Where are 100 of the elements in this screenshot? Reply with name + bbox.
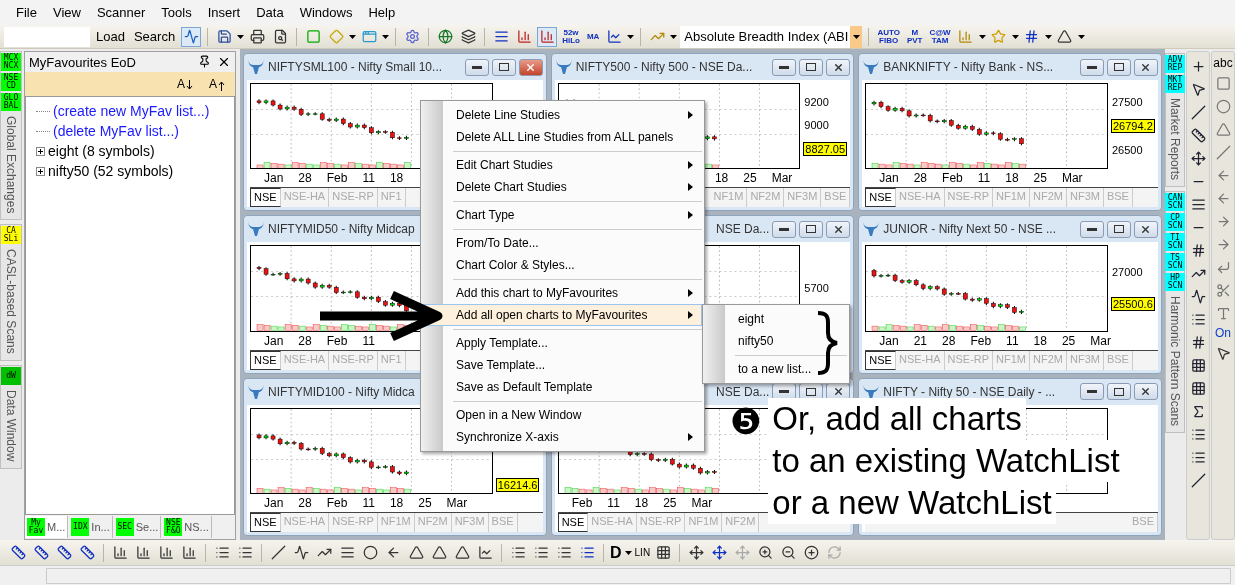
menu-item[interactable]: Windows bbox=[291, 5, 361, 20]
badge: SEC bbox=[115, 518, 134, 536]
date-tick: Mar bbox=[691, 496, 713, 510]
date-tick: Feb bbox=[571, 496, 593, 510]
badge: HP SCN bbox=[1165, 273, 1185, 292]
date-tick: 18 bbox=[714, 171, 729, 186]
date-tick: Feb bbox=[326, 496, 348, 510]
sort-ascending-button[interactable]: A bbox=[174, 77, 195, 91]
sort-descending-button[interactable]: A bbox=[207, 77, 227, 91]
price-tick: 27500 bbox=[1111, 96, 1144, 109]
panel-tab[interactable]: IDX In... bbox=[69, 516, 113, 538]
menu-option[interactable]: Save Template... bbox=[423, 354, 702, 376]
indicator-icon[interactable]: MA bbox=[584, 26, 602, 47]
exchange-tab[interactable]: NSE bbox=[250, 188, 281, 208]
menu-option[interactable]: Chart Type bbox=[423, 204, 702, 226]
date-tick: Jan bbox=[264, 333, 284, 348]
price-tick: 27000 bbox=[1111, 266, 1144, 279]
indicator-icon[interactable]: M PVT bbox=[904, 26, 925, 47]
side-tab[interactable]: MCX NCX NSE CD GLO BAL Global Exchanges bbox=[0, 51, 22, 221]
date-tick: 11 bbox=[1006, 333, 1019, 348]
date-tick: 28 bbox=[913, 171, 928, 186]
side-tab[interactable]: dW Data Window bbox=[0, 365, 22, 469]
menu-option[interactable]: Add all open charts to MyFavourites bbox=[423, 304, 702, 326]
date-tick: 11 bbox=[362, 171, 375, 186]
date-tick: Mar bbox=[1090, 333, 1111, 348]
indicator-icon[interactable]: C@W TAM bbox=[927, 26, 953, 47]
date-tick: 11 bbox=[977, 171, 991, 186]
side-tab[interactable]: CA SLi CASL-based Scans bbox=[0, 224, 22, 362]
date-tick: Jan bbox=[264, 496, 284, 510]
date-tick: 18 bbox=[1033, 333, 1047, 348]
side-tab-label: Market Reports bbox=[1168, 97, 1182, 181]
exchange-tab[interactable]: NSE bbox=[865, 350, 896, 370]
menu-item[interactable]: Scanner bbox=[88, 5, 154, 20]
panel-tab[interactable]: SEC Se... bbox=[113, 516, 162, 538]
badge: ADV REP bbox=[1165, 55, 1185, 73]
period-selector[interactable]: D bbox=[610, 543, 622, 562]
menu-item[interactable]: Tools bbox=[153, 5, 200, 20]
chart-title: JUNIOR - Nifty Next 50 - NSE ... bbox=[883, 222, 1058, 237]
date-tick: 18 bbox=[1005, 171, 1019, 186]
side-tab[interactable]: CAN SCN CP SCN TI SCN TS SCN HP SCN Harmonic Pattern Scans bbox=[1165, 191, 1185, 434]
tree-link[interactable]: (delete MyFav list...) bbox=[53, 123, 180, 139]
date-tick: Mar bbox=[446, 496, 468, 510]
indicator-select[interactable]: Absolute Breadth Index (ABI bbox=[680, 25, 863, 48]
badge: NSE F&O bbox=[164, 518, 183, 536]
menu-option[interactable]: Add this chart to MyFavourites bbox=[423, 282, 702, 304]
menu-item[interactable]: View bbox=[44, 5, 89, 20]
tree-link[interactable]: (create new MyFav list...) bbox=[53, 103, 210, 119]
menu-option[interactable]: Apply Template... bbox=[423, 332, 702, 354]
menu-option[interactable]: Delete Line Studies bbox=[423, 104, 702, 126]
menu-option[interactable]: to a new list... bbox=[705, 358, 847, 380]
exchange-tab[interactable]: NSE bbox=[250, 350, 281, 370]
date-tick: 21 bbox=[913, 333, 928, 348]
menu-option[interactable]: Chart Color & Styles... bbox=[423, 254, 702, 276]
menu-option[interactable]: Synchronize X-axis bbox=[423, 426, 702, 448]
menu-option[interactable]: eight bbox=[705, 308, 847, 330]
toolbar-button[interactable]: Load bbox=[93, 25, 128, 48]
menu-item[interactable]: Help bbox=[360, 5, 404, 20]
exchange-tab[interactable]: NSE bbox=[557, 513, 589, 532]
side-tab-label: Data Window bbox=[4, 389, 18, 462]
indicator-icon[interactable]: AUTO FIBO bbox=[875, 26, 902, 47]
menu-item[interactable]: Data bbox=[248, 5, 292, 20]
date-tick: 25 bbox=[743, 171, 757, 186]
step-number: ❺ bbox=[730, 402, 763, 442]
menu-option[interactable]: Delete ALL Line Studies from ALL panels bbox=[423, 126, 702, 148]
exchange-tab[interactable]: NSE bbox=[250, 513, 281, 532]
indicator-icon[interactable]: 52w HiLo bbox=[560, 26, 582, 47]
panel-title: MyFavourites EoD bbox=[29, 54, 136, 70]
scale-toggle[interactable]: LIN bbox=[634, 547, 651, 558]
chart-title: BANKNIFTY - Nifty Bank - NS... bbox=[883, 60, 1055, 74]
menu-item[interactable]: File bbox=[8, 5, 45, 20]
menu-option[interactable]: Edit Chart Studies bbox=[423, 154, 702, 176]
menu-item[interactable]: Insert bbox=[199, 5, 249, 20]
badge: MCX NCX bbox=[1, 53, 21, 71]
toggle-label[interactable]: On bbox=[1215, 326, 1231, 340]
badge: IDX bbox=[71, 518, 90, 536]
toolbar-button[interactable]: Search bbox=[130, 25, 179, 48]
badge: CAN SCN bbox=[1165, 193, 1185, 212]
date-tick: 28 bbox=[298, 496, 312, 510]
tree-item[interactable]: nifty50 (52 symbols) bbox=[48, 163, 174, 179]
date-tick: 11 bbox=[362, 333, 375, 348]
date-tick: 25 bbox=[1033, 171, 1047, 186]
menu-option[interactable]: Open in a New Window bbox=[423, 404, 702, 426]
text-tool[interactable]: abc bbox=[1213, 56, 1233, 70]
last-price-label: 26794.2 bbox=[1111, 119, 1155, 134]
tree-item[interactable]: eight (8 symbols) bbox=[48, 143, 155, 159]
badge: CP SCN bbox=[1165, 213, 1185, 232]
exchange-tab[interactable]: NSE bbox=[865, 188, 896, 208]
date-tick: Jan bbox=[879, 333, 899, 348]
menu-option[interactable]: nifty50 bbox=[705, 330, 847, 352]
side-tab[interactable]: ADV REP MKT REP Market Reports bbox=[1165, 53, 1185, 188]
menu-option[interactable]: Delete Chart Studies bbox=[423, 176, 702, 198]
date-tick: 25 bbox=[418, 496, 432, 510]
badge: My Fav bbox=[27, 518, 45, 536]
badge: CA SLi bbox=[1, 226, 21, 245]
menu-option[interactable]: Save as Default Template bbox=[423, 376, 702, 398]
badge: TI SCN bbox=[1165, 233, 1185, 252]
menu-option[interactable]: From/To Date... bbox=[423, 232, 702, 254]
date-tick: 28 bbox=[298, 171, 312, 186]
date-tick: 25 bbox=[1061, 333, 1076, 348]
last-price-label: 16214.6 bbox=[495, 478, 540, 492]
